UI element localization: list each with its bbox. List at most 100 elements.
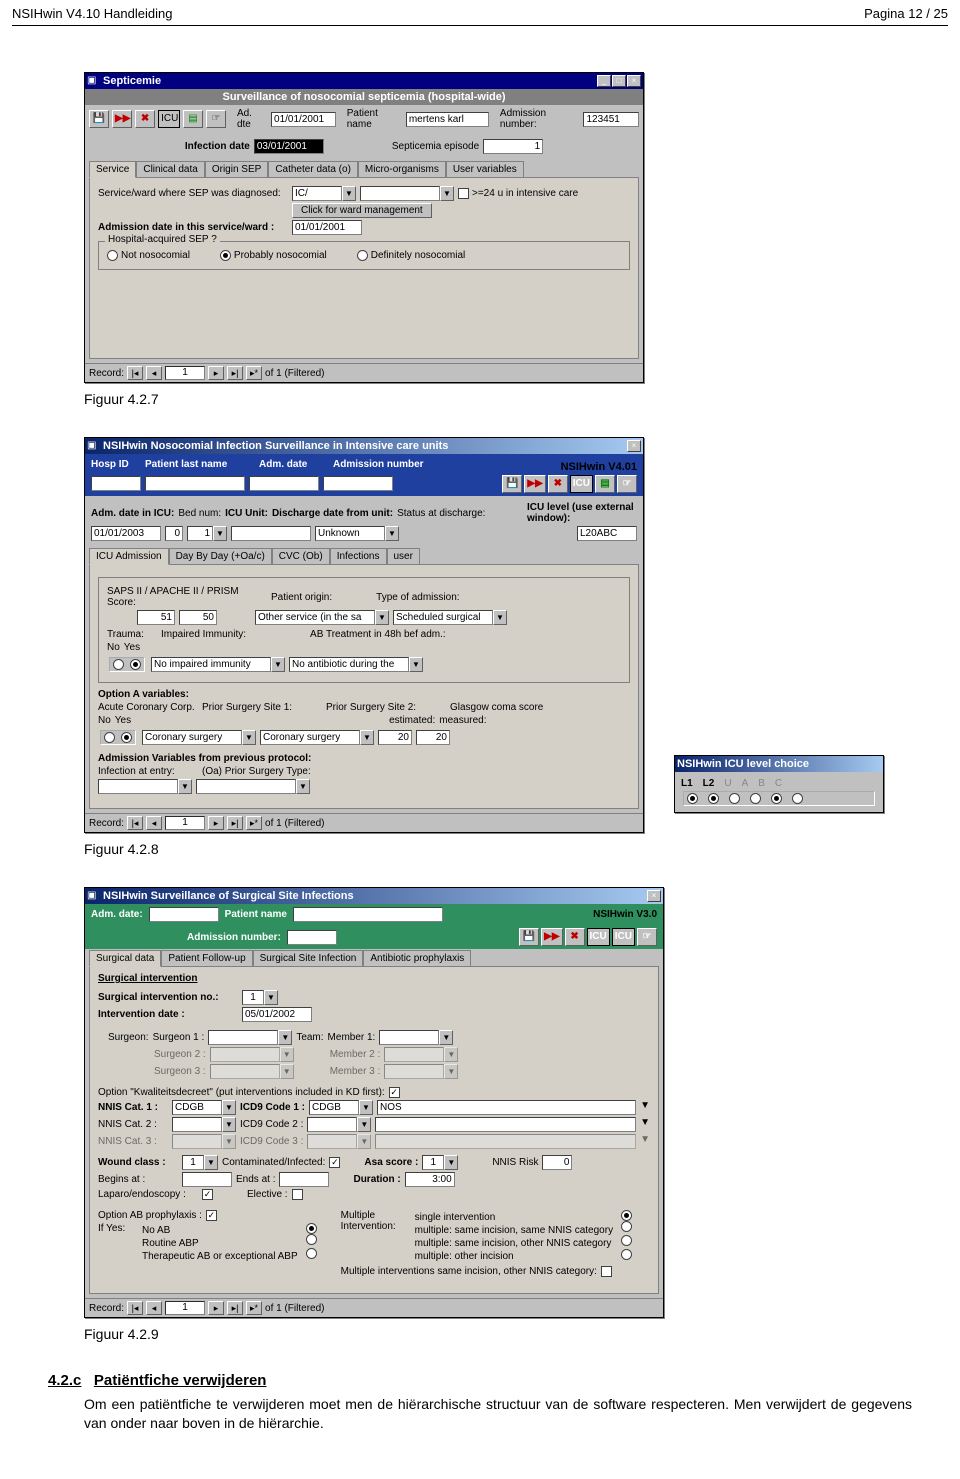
oatype-field[interactable]	[196, 779, 296, 794]
radio-def-noso[interactable]: Definitely nosocomial	[357, 250, 466, 261]
surgeon1-field[interactable]	[208, 1030, 278, 1045]
radio-prob-noso[interactable]: Probably nosocomial	[220, 250, 327, 261]
chevron-down-icon[interactable]: ▼	[640, 1117, 650, 1132]
mi1-radio[interactable]	[621, 1210, 632, 1221]
nav-next[interactable]: ▸	[208, 1301, 224, 1315]
tool-next[interactable]: ▶▶	[112, 110, 132, 128]
nnis2-field[interactable]	[172, 1117, 222, 1132]
bed-field[interactable]: 0	[165, 526, 183, 541]
level-A-radio[interactable]	[750, 793, 761, 804]
tab-user[interactable]: user	[387, 548, 420, 565]
ad-dte-field[interactable]: 01/01/2001	[271, 112, 336, 127]
nav-prev[interactable]: ◂	[146, 366, 162, 380]
admdate-field[interactable]: 01/01/2001	[292, 220, 362, 235]
icd2-field[interactable]	[307, 1117, 357, 1132]
tool-save[interactable]: 💾	[502, 475, 522, 493]
elective-check[interactable]	[292, 1189, 303, 1200]
nav-last[interactable]: ▸|	[227, 816, 243, 830]
icu-date-field[interactable]: 01/01/2003	[91, 526, 161, 541]
tab-followup[interactable]: Patient Follow-up	[161, 950, 252, 967]
saps2-field[interactable]: 50	[179, 610, 217, 625]
nav-new[interactable]: ▸*	[246, 366, 262, 380]
ry3-radio[interactable]	[306, 1248, 317, 1259]
infentry-field[interactable]	[98, 779, 178, 794]
icu-unit-field[interactable]: 1	[187, 526, 213, 541]
origin-field[interactable]: Other service (in the sa	[255, 610, 375, 625]
tab-catheter[interactable]: Catheter data (o)	[268, 161, 358, 178]
nnisrisk-field[interactable]: 0	[542, 1155, 572, 1170]
nav-prev[interactable]: ◂	[146, 816, 162, 830]
chevron-down-icon[interactable]: ▼	[222, 1117, 236, 1132]
member1-field[interactable]	[379, 1030, 439, 1045]
level-L1-radio[interactable]	[687, 793, 698, 804]
chevron-down-icon[interactable]: ▼	[264, 990, 278, 1005]
close-button[interactable]: ×	[647, 890, 661, 902]
imp-field[interactable]: No impaired immunity	[151, 657, 271, 672]
chevron-down-icon[interactable]: ▼	[242, 730, 256, 745]
chevron-down-icon[interactable]: ▼	[439, 1030, 453, 1045]
ic24-check[interactable]: >=24 u in intensive care	[458, 188, 578, 199]
nnis1-field[interactable]: CDGB	[172, 1100, 222, 1115]
nav-prev[interactable]: ◂	[146, 1301, 162, 1315]
tab-infections[interactable]: Infections	[330, 548, 387, 565]
tool-save[interactable]: 💾	[519, 928, 539, 946]
tool-analyze[interactable]: ▤	[183, 110, 203, 128]
radio-not-noso[interactable]: Not nosocomial	[107, 250, 190, 261]
icd1-field[interactable]: CDGB	[309, 1100, 359, 1115]
chevron-down-icon[interactable]: ▼	[359, 1100, 373, 1115]
tab-abproph[interactable]: Antibiotic prophylaxis	[363, 950, 471, 967]
tool-exit[interactable]: ☞	[617, 475, 637, 493]
chevron-down-icon[interactable]: ▼	[409, 657, 423, 672]
tool-delete[interactable]: ✖	[548, 475, 568, 493]
wound-field[interactable]: 1	[182, 1155, 204, 1170]
admdate-field[interactable]: 01/01/2002	[149, 907, 219, 922]
tab-clinical[interactable]: Clinical data	[136, 161, 204, 178]
tab-icuadm[interactable]: ICU Admission	[89, 548, 169, 565]
tool-icu[interactable]: ICU	[158, 110, 180, 128]
mi2-radio[interactable]	[621, 1221, 632, 1232]
intno-field[interactable]: 1	[242, 990, 264, 1005]
laparo-check[interactable]	[202, 1189, 213, 1200]
mi3-radio[interactable]	[621, 1235, 632, 1246]
chevron-down-icon[interactable]: ▼	[178, 779, 192, 794]
contam-check[interactable]	[329, 1157, 340, 1168]
diag-service-field[interactable]: IC/	[292, 186, 342, 201]
nav-first[interactable]: |◂	[127, 1301, 143, 1315]
level-L2-radio[interactable]	[708, 793, 719, 804]
infection-date-field[interactable]: 03/01/2001	[254, 139, 324, 154]
tab-origin[interactable]: Origin SEP	[205, 161, 268, 178]
tab-ssi[interactable]: Surgical Site Infection	[253, 950, 364, 967]
chevron-down-icon[interactable]: ▼	[222, 1100, 236, 1115]
kd-check[interactable]	[389, 1087, 400, 1098]
admission-num-field[interactable]: 123451	[583, 112, 639, 127]
chevron-down-icon[interactable]: ▼	[493, 610, 507, 625]
close-button[interactable]: ×	[627, 75, 641, 87]
ward-mgmt-button[interactable]: Click for ward management	[292, 203, 432, 218]
tool-delete[interactable]: ✖	[135, 110, 155, 128]
chevron-down-icon[interactable]: ▼	[278, 1030, 292, 1045]
level-B-radio[interactable]	[771, 793, 782, 804]
ends-field[interactable]	[279, 1172, 329, 1187]
diag-service-field2[interactable]	[360, 186, 440, 201]
close-button[interactable]: ×	[627, 440, 641, 452]
admdate-field[interactable]: 01/01/2003	[249, 476, 319, 491]
tool-delete[interactable]: ✖	[565, 928, 585, 946]
hosp-field[interactable]: 9999	[91, 476, 141, 491]
minimize-button[interactable]: _	[597, 75, 611, 87]
tool-next[interactable]: ▶▶	[524, 475, 545, 493]
icd1-desc-field[interactable]: NOS	[377, 1100, 636, 1115]
patient-field[interactable]: mertens karl	[406, 112, 489, 127]
acs-no-radio[interactable]	[104, 732, 115, 743]
tab-micro[interactable]: Micro-organisms	[358, 161, 446, 178]
tool-save[interactable]: 💾	[89, 110, 109, 128]
nav-first[interactable]: |◂	[127, 816, 143, 830]
nav-new[interactable]: ▸*	[246, 1301, 262, 1315]
saps1-field[interactable]: 51	[137, 610, 175, 625]
ry1-radio[interactable]	[306, 1223, 317, 1234]
chevron-down-icon[interactable]: ▼	[357, 1117, 371, 1132]
nav-first[interactable]: |◂	[127, 366, 143, 380]
tool-exit[interactable]: ☞	[637, 928, 657, 946]
asa-field[interactable]: 1	[422, 1155, 444, 1170]
chevron-down-icon[interactable]: ▼	[640, 1100, 650, 1115]
admtype-field[interactable]: Scheduled surgical	[393, 610, 493, 625]
